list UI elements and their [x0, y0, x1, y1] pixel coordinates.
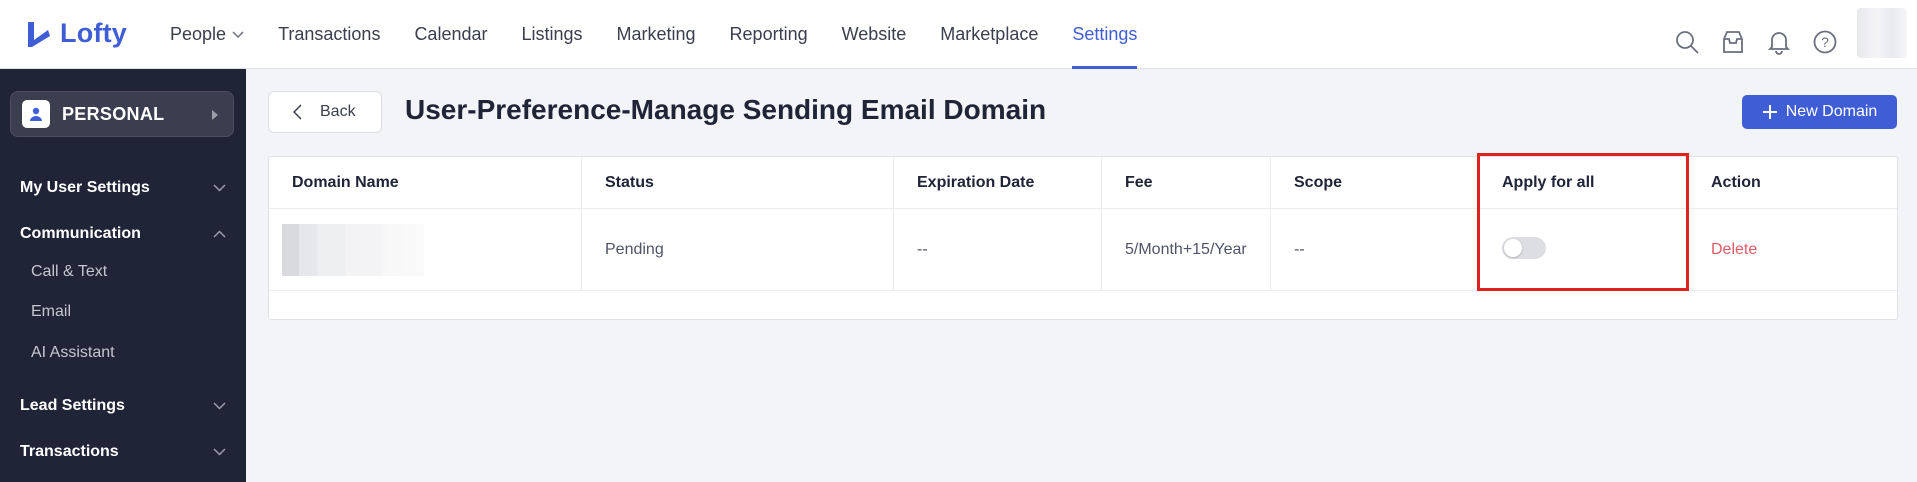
chevron-down-icon	[213, 184, 226, 192]
nav-item-settings[interactable]: Settings	[1072, 0, 1138, 69]
lofty-logo-icon	[28, 21, 50, 47]
sidebar-section-my-user-settings[interactable]: My User Settings	[0, 173, 246, 203]
column-header-expiration-date: Expiration Date	[894, 157, 1102, 208]
top-navigation-bar: Lofty People Transactions Calendar Listi…	[0, 0, 1917, 69]
table-row: Pending -- 5/Month+15/Year -- Delete	[269, 209, 1897, 291]
caret-right-icon	[211, 108, 219, 126]
nav-item-calendar[interactable]: Calendar	[414, 0, 487, 69]
column-header-scope: Scope	[1271, 157, 1479, 208]
settings-sidebar: PERSONAL My User Settings Communication …	[0, 69, 246, 482]
svg-text:?: ?	[1821, 34, 1829, 50]
domain-table: Domain Name Status Expiration Date Fee S…	[268, 156, 1898, 320]
sidebar-section-communication[interactable]: Communication	[0, 219, 246, 249]
inbox-icon[interactable]	[1719, 28, 1747, 56]
chevron-down-icon	[213, 402, 226, 410]
column-header-domain-name: Domain Name	[269, 157, 582, 208]
account-switcher[interactable]: PERSONAL	[10, 91, 234, 137]
new-domain-button[interactable]: New Domain	[1742, 95, 1897, 129]
redacted-domain-name	[282, 223, 424, 276]
page-title: User-Preference-Manage Sending Email Dom…	[405, 94, 1047, 125]
user-icon	[22, 100, 50, 128]
apply-for-all-toggle[interactable]	[1502, 236, 1546, 259]
column-header-apply-for-all: Apply for all	[1479, 157, 1688, 208]
sidebar-section-label: Lead Settings	[20, 397, 125, 414]
back-label: Back	[320, 103, 356, 120]
top-actions: ?	[1673, 8, 1907, 58]
column-header-status: Status	[582, 157, 894, 208]
bell-icon[interactable]	[1765, 28, 1793, 56]
cell-domain-name	[269, 209, 582, 290]
sidebar-section-label: Communication	[20, 225, 141, 242]
delete-link[interactable]: Delete	[1711, 241, 1757, 259]
cell-status: Pending	[582, 209, 894, 290]
cell-apply-for-all	[1479, 209, 1688, 290]
chevron-up-icon	[213, 230, 226, 238]
column-header-action: Action	[1711, 173, 1761, 191]
fee-value: 5/Month+15/Year	[1125, 241, 1247, 258]
nav-item-website[interactable]: Website	[842, 0, 907, 69]
sidebar-section-label: Transactions	[20, 443, 119, 460]
nav-item-transactions[interactable]: Transactions	[278, 0, 380, 69]
help-icon[interactable]: ?	[1811, 28, 1839, 56]
avatar[interactable]	[1857, 8, 1907, 58]
sidebar-section-lead-settings[interactable]: Lead Settings	[0, 391, 246, 421]
nav-item-label: People	[170, 24, 227, 44]
sidebar-item-call-text[interactable]: Call & Text	[31, 263, 107, 281]
chevron-left-icon	[293, 104, 302, 120]
cell-scope: --	[1271, 209, 1479, 290]
nav-item-reporting[interactable]: Reporting	[730, 0, 808, 69]
table-header-row: Domain Name Status Expiration Date Fee S…	[269, 157, 1897, 209]
cell-expiration-date: --	[894, 209, 1102, 290]
back-button[interactable]: Back	[268, 91, 382, 133]
cell-action: Delete	[1688, 209, 1897, 290]
lofty-logo[interactable]: Lofty	[26, 18, 127, 49]
brand-name: Lofty	[60, 18, 127, 48]
sidebar-item-ai-assistant[interactable]: AI Assistant	[31, 344, 115, 362]
nav-item-marketplace[interactable]: Marketplace	[940, 0, 1038, 69]
column-header-fee: Fee	[1102, 157, 1271, 208]
main-nav: People Transactions Calendar Listings Ma…	[170, 0, 1171, 69]
search-icon[interactable]	[1673, 28, 1701, 56]
sidebar-section-label: My User Settings	[20, 179, 150, 196]
chevron-down-icon	[232, 30, 244, 39]
nav-item-listings[interactable]: Listings	[521, 0, 582, 69]
chevron-down-icon	[213, 448, 226, 456]
cell-fee: 5/Month+15/Year	[1102, 209, 1271, 290]
sidebar-section-transactions[interactable]: Transactions	[0, 437, 246, 467]
sidebar-item-email[interactable]: Email	[31, 303, 71, 321]
account-label: PERSONAL	[62, 103, 165, 124]
plus-icon	[1762, 105, 1777, 119]
nav-item-marketing[interactable]: Marketing	[617, 0, 696, 69]
new-domain-label: New Domain	[1785, 103, 1878, 120]
nav-item-people[interactable]: People	[170, 0, 244, 69]
